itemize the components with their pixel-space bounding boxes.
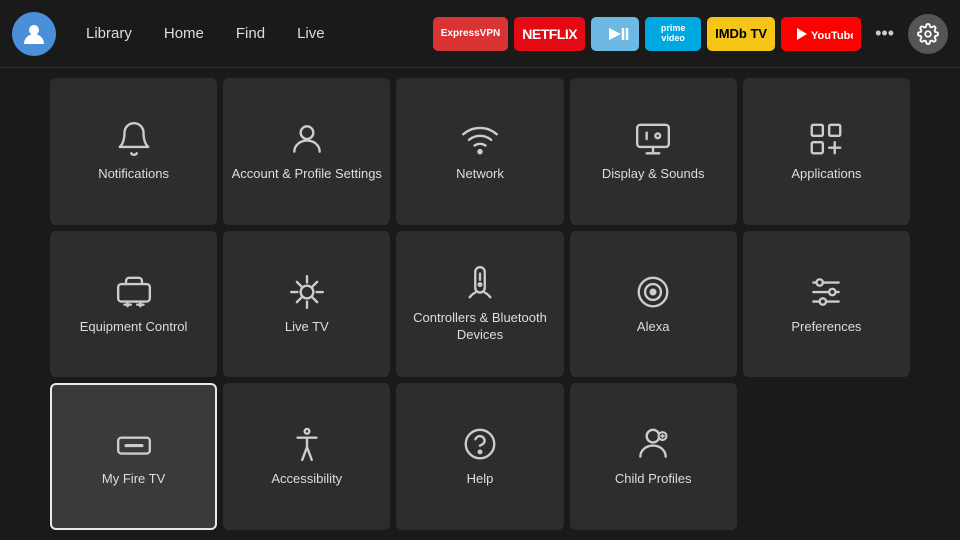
grid-accessibility[interactable]: Accessibility (223, 383, 390, 530)
grid-account[interactable]: Account & Profile Settings (223, 78, 390, 225)
grid-display[interactable]: Display & Sounds (570, 78, 737, 225)
nav-find[interactable]: Find (222, 19, 279, 48)
grid-notifications[interactable]: Notifications (50, 78, 217, 225)
settings-grid: Notifications Account & Profile Settings… (0, 68, 960, 540)
grid-myfiretv[interactable]: My Fire TV (50, 383, 217, 530)
display-label: Display & Sounds (602, 166, 705, 183)
grid-childprofiles[interactable]: Child Profiles (570, 383, 737, 530)
controllers-label: Controllers & Bluetooth Devices (404, 310, 555, 344)
app-prime[interactable]: primevideo (645, 17, 701, 51)
nav-home[interactable]: Home (150, 19, 218, 48)
livetv-label: Live TV (285, 319, 329, 336)
applications-label: Applications (791, 166, 861, 183)
avatar[interactable] (12, 12, 56, 56)
preferences-label: Preferences (791, 319, 861, 336)
alexa-label: Alexa (637, 319, 670, 336)
grid-livetv[interactable]: Live TV (223, 231, 390, 378)
main-nav: Library Home Find Live (72, 19, 339, 48)
app-freevee[interactable] (591, 17, 639, 51)
myfiretv-label: My Fire TV (102, 471, 165, 488)
help-label: Help (467, 471, 494, 488)
app-netflix[interactable]: NETFLIX (514, 17, 585, 51)
nav-library[interactable]: Library (72, 19, 146, 48)
topbar: Library Home Find Live ExpressVPN NETFLI… (0, 0, 960, 68)
more-apps-button[interactable]: ••• (867, 19, 902, 48)
app-imdb[interactable]: IMDb TV (707, 17, 775, 51)
grid-network[interactable]: Network (396, 78, 563, 225)
grid-preferences[interactable]: Preferences (743, 231, 910, 378)
settings-button[interactable] (908, 14, 948, 54)
accessibility-label: Accessibility (271, 471, 342, 488)
svg-text:YouTube: YouTube (811, 30, 853, 42)
grid-help[interactable]: Help (396, 383, 563, 530)
grid-controllers[interactable]: Controllers & Bluetooth Devices (396, 231, 563, 378)
nav-live[interactable]: Live (283, 19, 339, 48)
childprofiles-label: Child Profiles (615, 471, 692, 488)
grid-applications[interactable]: Applications (743, 78, 910, 225)
network-label: Network (456, 166, 504, 183)
account-label: Account & Profile Settings (232, 166, 382, 183)
app-icons-bar: ExpressVPN NETFLIX primevideo IMDb TV Yo… (433, 14, 948, 54)
app-expressvpn[interactable]: ExpressVPN (433, 17, 508, 51)
grid-equipment[interactable]: Equipment Control (50, 231, 217, 378)
grid-alexa[interactable]: Alexa (570, 231, 737, 378)
notifications-label: Notifications (98, 166, 169, 183)
equipment-label: Equipment Control (80, 319, 188, 336)
empty-cell (743, 383, 910, 530)
app-youtube[interactable]: YouTube (781, 17, 861, 51)
